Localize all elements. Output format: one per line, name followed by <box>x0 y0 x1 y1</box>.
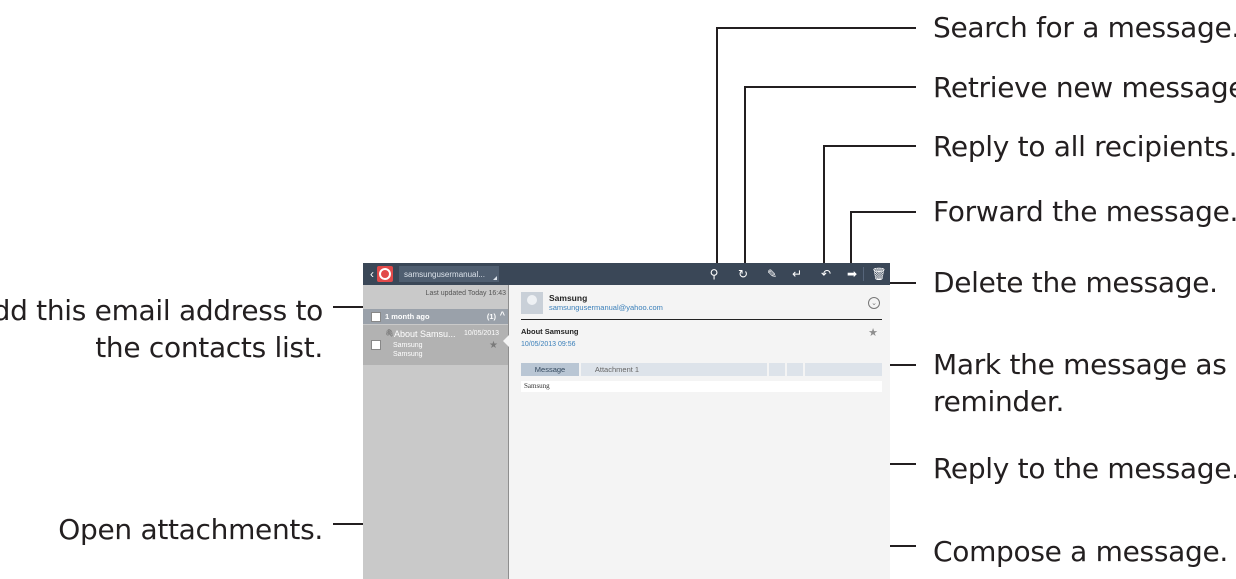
sender-name: Samsung <box>549 293 588 303</box>
callout-delete: Delete the message. <box>933 266 1218 299</box>
callout-reminder-line1: Mark the message as a <box>933 348 1236 381</box>
callout-attachments: Open attachments. <box>58 513 323 546</box>
tab-gap <box>767 363 769 376</box>
toolbar-divider <box>863 267 864 281</box>
item-date: 10/05/2013 <box>463 330 499 337</box>
reply-icon[interactable]: ↵ <box>786 263 808 285</box>
compose-icon[interactable]: ✎ <box>761 263 783 285</box>
item-preview: Samsung <box>393 351 423 358</box>
expand-details-icon[interactable]: ⌄ <box>868 297 880 309</box>
account-selector[interactable]: samsungusermanual... <box>399 266 499 282</box>
leader-retrieve-v <box>744 86 746 274</box>
tab-gap <box>579 363 581 376</box>
search-icon[interactable]: ⚲ <box>703 263 725 285</box>
item-sender: Samsung <box>393 342 423 349</box>
callout-reply: Reply to the message. <box>933 452 1236 485</box>
message-subject: About Samsung <box>521 327 579 336</box>
attachment-icon: 🖇 <box>385 330 394 337</box>
callout-retrieve: Retrieve new messages. <box>933 71 1236 104</box>
callout-reminder-line2: reminder. <box>933 385 1065 418</box>
delete-icon[interactable]: 🗑 <box>868 263 890 285</box>
leader-replyall-h <box>823 145 916 147</box>
refresh-icon[interactable]: ↻ <box>732 263 754 285</box>
email-screen: ‹ samsungusermanual... ⚲ ↻ ✎ ↵ ↶ ➡ 🗑 Las… <box>363 263 890 579</box>
message-group-header[interactable]: 1 month ago (1) ^ <box>363 309 508 324</box>
leader-search-h <box>716 27 916 29</box>
item-subject: About Samsu... <box>394 329 456 339</box>
callout-add-contact-line2: the contacts list. <box>95 331 323 364</box>
email-app-icon[interactable] <box>377 266 393 282</box>
message-list-pane: Last updated Today 16:43 1 month ago (1)… <box>363 285 508 579</box>
avatar[interactable] <box>521 292 543 314</box>
action-bar: ‹ samsungusermanual... ⚲ ↻ ✎ ↵ ↶ ➡ 🗑 <box>363 263 890 285</box>
tab-gap <box>803 363 805 376</box>
header-divider <box>521 319 882 320</box>
callout-compose: Compose a message. <box>933 535 1228 568</box>
leader-replyall-v <box>823 145 825 274</box>
content-tabs: Message Attachment 1 <box>521 363 882 376</box>
sender-email-link[interactable]: samsungusermanual@yahoo.com <box>549 303 663 312</box>
group-checkbox[interactable] <box>371 312 381 322</box>
last-updated-label: Last updated Today 16:43 <box>425 290 506 297</box>
reminder-star-icon[interactable]: ★ <box>868 326 878 339</box>
callout-reply-all: Reply to all recipients. <box>933 130 1236 163</box>
message-time: 10/05/2013 09:56 <box>521 341 576 348</box>
callout-forward: Forward the message. <box>933 195 1236 228</box>
tab-attachment[interactable]: Attachment 1 <box>582 363 652 376</box>
group-label: 1 month ago <box>385 312 430 321</box>
reading-pane: Samsung samsungusermanual@yahoo.com ⌄ Ab… <box>509 285 890 579</box>
message-body[interactable]: Samsung <box>521 381 882 392</box>
collapse-icon[interactable]: ^ <box>500 310 505 320</box>
tab-message[interactable]: Message <box>521 363 579 376</box>
callout-search: Search for a message. <box>933 11 1236 44</box>
message-body-text: Samsung <box>524 382 550 390</box>
leader-retrieve-h <box>744 86 916 88</box>
reply-all-icon[interactable]: ↶ <box>815 263 837 285</box>
star-icon[interactable]: ★ <box>489 340 498 351</box>
callout-add-contact-line1: Add this email address to <box>0 294 323 327</box>
item-checkbox[interactable] <box>371 340 381 350</box>
forward-icon[interactable]: ➡ <box>841 263 863 285</box>
leader-forward-h <box>850 211 916 213</box>
group-count: (1) <box>486 312 496 321</box>
list-item[interactable]: 🖇 About Samsu... 10/05/2013 Samsung Sams… <box>363 325 508 365</box>
tab-gap <box>785 363 787 376</box>
leader-search-v <box>716 27 718 274</box>
